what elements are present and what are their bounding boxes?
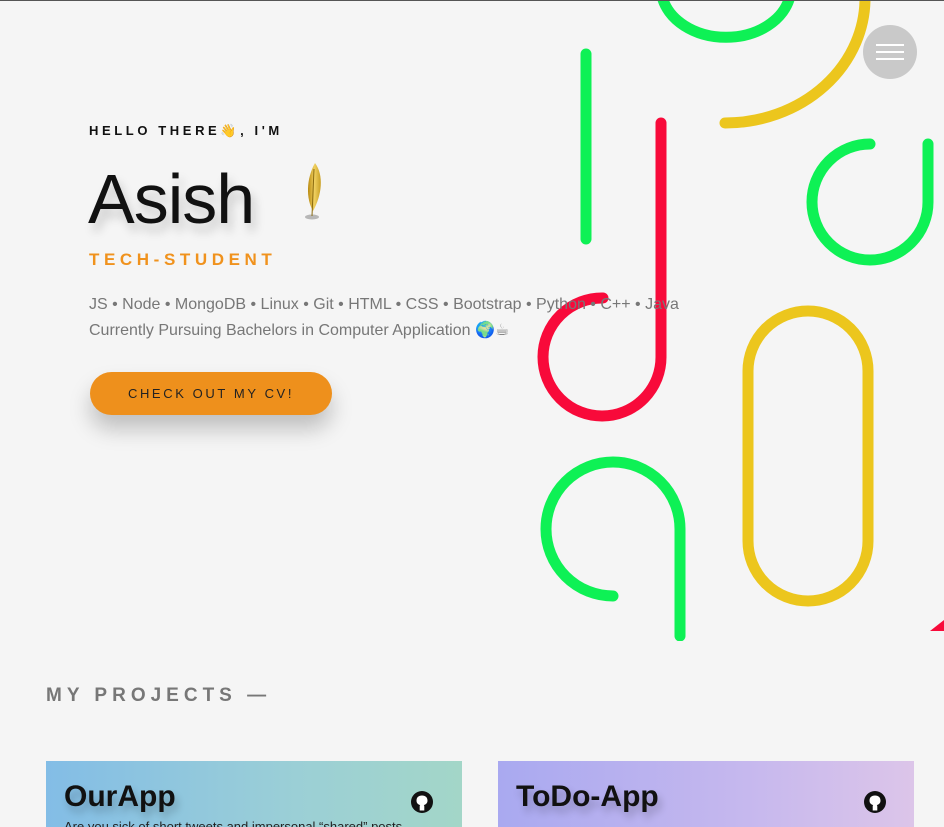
project-card-ourapp[interactable]: OurApp Are you sick of short tweets and …: [46, 761, 462, 827]
project-description: Are you sick of short tweets and imperso…: [64, 819, 403, 827]
deco-green-top-arc: [657, 1, 795, 43]
feather-icon: [305, 163, 321, 220]
hero-role: TECH-STUDENT: [89, 250, 277, 269]
project-title: OurApp: [64, 780, 176, 813]
github-icon[interactable]: [863, 790, 887, 814]
portfolio-page: HELLO THERE👋, I'M Asish TECH-STUDENT JS …: [0, 0, 944, 827]
deco-red-bowl: [537, 292, 667, 422]
project-title: ToDo-App: [516, 780, 659, 813]
deco-yellow-zero: [742, 305, 874, 607]
deco-red-corner: [930, 620, 944, 631]
deco-green-u: [806, 138, 934, 266]
hero-name: Asish: [88, 160, 255, 238]
hamburger-line: [876, 58, 904, 60]
deco-green-bottom-shape: [540, 456, 686, 641]
projects-section-title: MY PROJECTS —: [46, 685, 272, 706]
deco-yellow-top-arc: [719, 1, 871, 129]
github-icon[interactable]: [410, 790, 434, 814]
hamburger-line: [876, 51, 904, 53]
check-cv-button[interactable]: CHECK OUT MY CV!: [90, 372, 332, 415]
hero-skills: JS • Node • MongoDB • Linux • Git • HTML…: [89, 296, 679, 313]
hamburger-menu-icon: [876, 44, 904, 46]
hero-greeting: HELLO THERE👋, I'M: [89, 123, 283, 138]
hero-bio: Currently Pursuing Bachelors in Computer…: [89, 322, 510, 339]
menu-button[interactable]: [863, 25, 917, 79]
project-card-todo-app[interactable]: ToDo-App: [498, 761, 914, 827]
